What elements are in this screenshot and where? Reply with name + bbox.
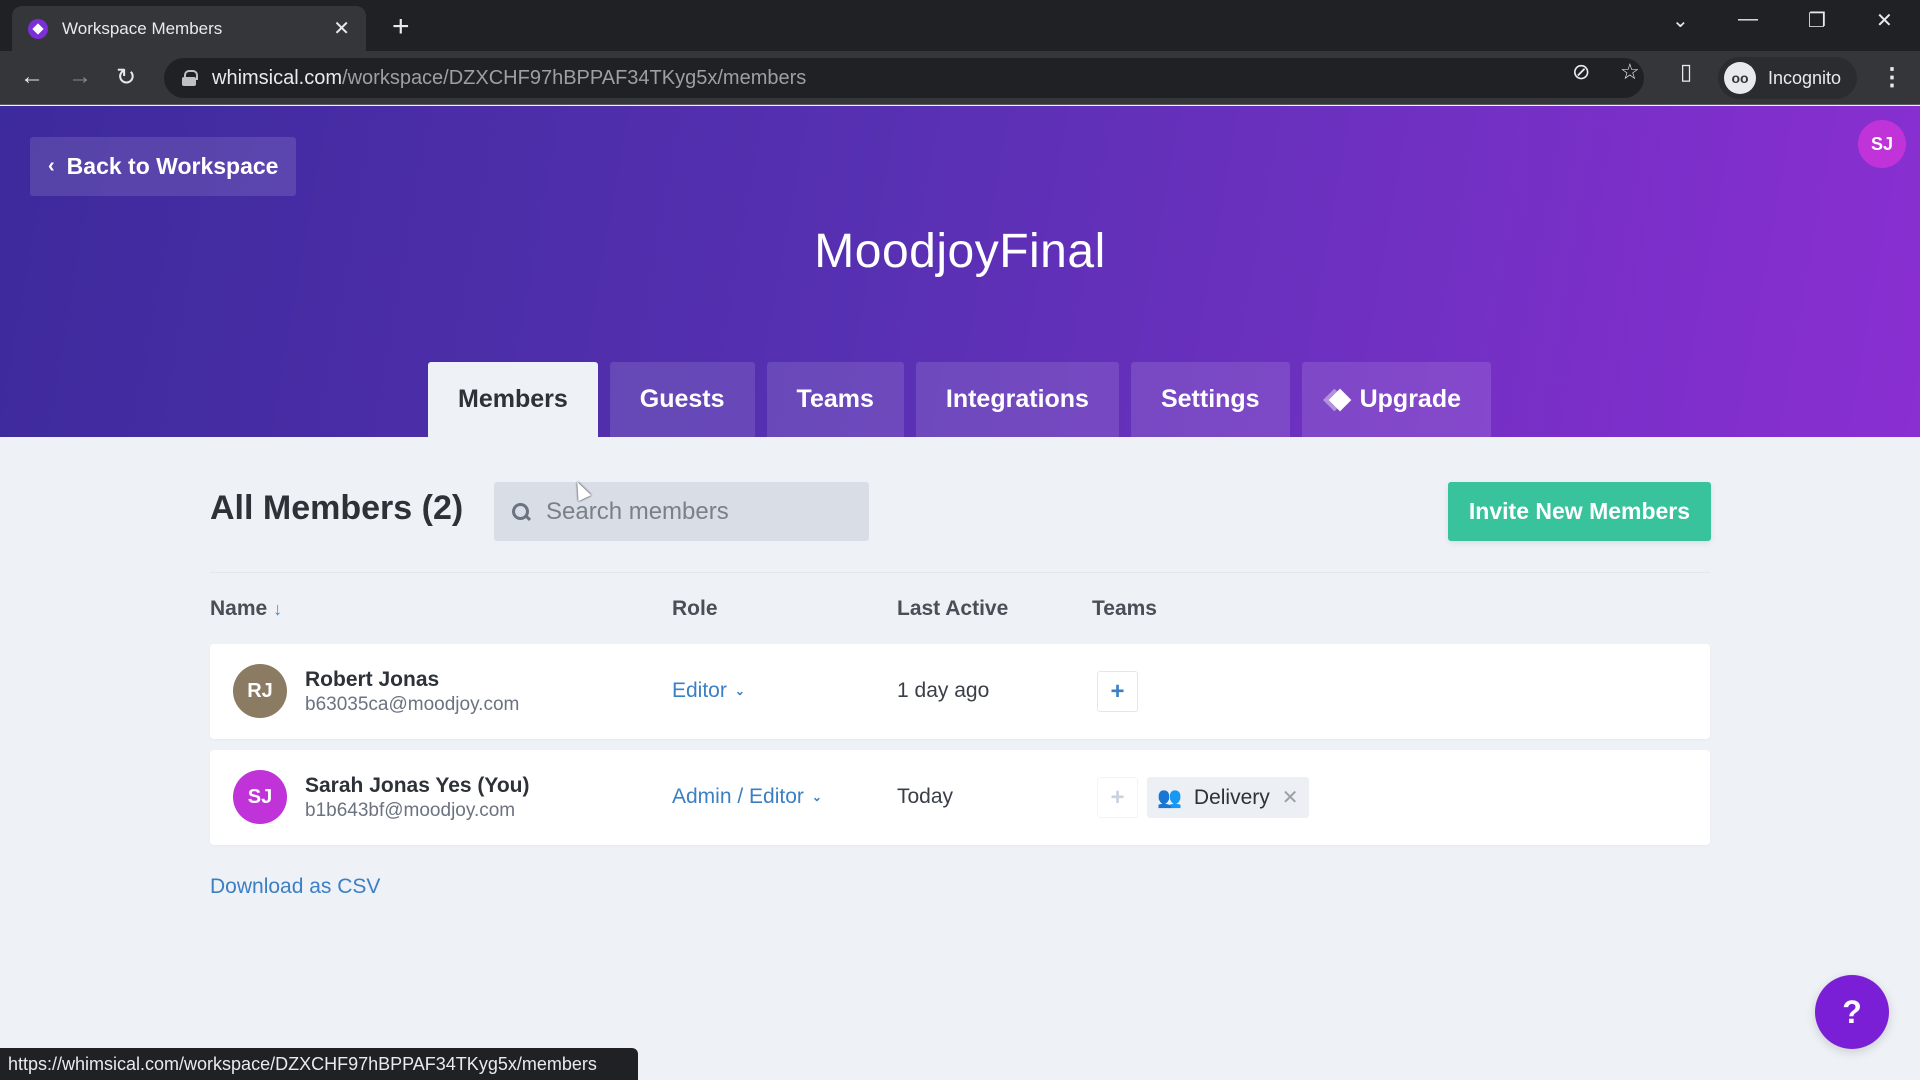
team-group-icon: 👥 bbox=[1157, 787, 1182, 809]
link-status-bar: https://whimsical.com/workspace/DZXCHF97… bbox=[0, 1048, 638, 1080]
tab-search-icon[interactable]: ⌄ bbox=[1672, 8, 1689, 33]
tab-guests[interactable]: Guests bbox=[609, 362, 755, 437]
divider bbox=[210, 572, 1710, 573]
member-avatar: SJ bbox=[233, 770, 287, 824]
add-team-button[interactable]: + bbox=[1097, 671, 1138, 712]
diamond-icon bbox=[1328, 388, 1351, 411]
back-label: Back to Workspace bbox=[66, 153, 279, 179]
browser-tab[interactable]: Workspace Members ✕ bbox=[12, 6, 366, 51]
sort-down-arrow-icon: ↓ bbox=[273, 599, 283, 619]
search-members-field[interactable] bbox=[494, 482, 869, 541]
tab-label: Guests bbox=[639, 385, 725, 413]
url-host: whimsical.com bbox=[212, 66, 343, 89]
team-name: Delivery bbox=[1193, 785, 1270, 809]
member-row: SJ Sarah Jonas Yes (You) b1b643bf@moodjo… bbox=[210, 750, 1710, 845]
user-avatar[interactable]: SJ bbox=[1858, 120, 1906, 168]
question-mark-icon: ? bbox=[1842, 993, 1862, 1030]
members-title: All Members (2) bbox=[210, 489, 464, 527]
invite-new-members-button[interactable]: Invite New Members bbox=[1448, 482, 1711, 541]
member-email: b63035ca@moodjoy.com bbox=[305, 694, 520, 715]
bookmark-star-icon[interactable]: ☆ bbox=[1620, 59, 1640, 85]
chevron-down-icon: ⌄ bbox=[734, 684, 745, 698]
help-button[interactable]: ? bbox=[1815, 975, 1889, 1049]
add-team-button[interactable]: + bbox=[1097, 777, 1138, 818]
search-input[interactable] bbox=[546, 497, 846, 526]
tracking-protection-eye-off-icon[interactable]: ⊘ bbox=[1572, 59, 1590, 85]
close-tab-icon[interactable]: ✕ bbox=[333, 16, 350, 41]
column-header-role: Role bbox=[672, 597, 718, 620]
tab-label: Integrations bbox=[945, 385, 1089, 413]
back-to-workspace-button[interactable]: ‹ Back to Workspace bbox=[30, 137, 297, 196]
incognito-icon: oo bbox=[1724, 62, 1756, 94]
browser-tabstrip: Workspace Members ✕ + ⌄ — ❐ ✕ bbox=[0, 0, 1920, 51]
url-path: /workspace/DZXCHF97hBPPAF34TKyg5x/member… bbox=[342, 66, 807, 89]
workspace-tabs: Members Guests Teams Integrations Settin… bbox=[428, 362, 1491, 437]
incognito-profile-button[interactable]: oo Incognito bbox=[1718, 57, 1858, 99]
member-avatar: RJ bbox=[233, 664, 287, 718]
plus-icon: + bbox=[1110, 677, 1125, 705]
address-bar[interactable]: whimsical.com/workspace/DZXCHF97hBPPAF34… bbox=[164, 58, 1644, 98]
tab-members[interactable]: Members bbox=[428, 362, 598, 437]
browser-menu-icon[interactable]: ⋮ bbox=[1880, 63, 1904, 92]
column-header-name[interactable]: Name ↓ bbox=[210, 597, 282, 621]
close-window-button[interactable]: ✕ bbox=[1876, 8, 1893, 33]
browser-toolbar: ← → ↻ whimsical.com/workspace/DZXCHF97hB… bbox=[0, 51, 1920, 105]
whimsical-favicon-icon bbox=[28, 18, 48, 39]
lock-icon bbox=[182, 70, 198, 86]
chevron-down-icon: ⌄ bbox=[811, 790, 822, 804]
restore-button[interactable]: ❐ bbox=[1808, 8, 1826, 33]
column-label: Name bbox=[210, 597, 268, 620]
member-email: b1b643bf@moodjoy.com bbox=[305, 800, 516, 821]
role-value: Editor bbox=[672, 679, 727, 702]
tab-title: Workspace Members bbox=[62, 18, 223, 38]
role-dropdown[interactable]: Admin / Editor ⌄ bbox=[672, 785, 822, 809]
new-tab-button[interactable]: + bbox=[392, 10, 410, 44]
search-icon bbox=[512, 502, 530, 521]
last-active: Today bbox=[897, 785, 954, 808]
member-row: RJ Robert Jonas b63035ca@moodjoy.com Edi… bbox=[210, 644, 1710, 739]
forward-arrow-icon[interactable]: → bbox=[68, 63, 92, 91]
download-csv-link[interactable]: Download as CSV bbox=[210, 875, 380, 899]
reload-icon[interactable]: ↻ bbox=[116, 63, 136, 92]
plus-icon: + bbox=[1110, 783, 1125, 811]
workspace-title: MoodjoyFinal bbox=[814, 225, 1106, 278]
role-dropdown[interactable]: Editor ⌄ bbox=[672, 679, 745, 703]
tab-integrations[interactable]: Integrations bbox=[915, 362, 1119, 437]
tab-label: Settings bbox=[1160, 385, 1260, 413]
last-active: 1 day ago bbox=[897, 679, 990, 702]
back-arrow-icon[interactable]: ← bbox=[20, 63, 44, 91]
role-value: Admin / Editor bbox=[672, 785, 804, 808]
tab-upgrade[interactable]: Upgrade bbox=[1301, 362, 1491, 437]
tab-label: Members bbox=[458, 385, 568, 413]
chevron-left-icon: ‹ bbox=[48, 155, 55, 177]
profile-label: Incognito bbox=[1768, 67, 1842, 88]
member-name: Robert Jonas bbox=[305, 668, 440, 691]
column-header-last-active: Last Active bbox=[897, 597, 1009, 620]
team-chip: 👥 Delivery ✕ bbox=[1147, 777, 1309, 818]
tab-label: Teams bbox=[796, 385, 874, 413]
tab-teams[interactable]: Teams bbox=[766, 362, 904, 437]
tab-settings[interactable]: Settings bbox=[1130, 362, 1290, 437]
minimize-button[interactable]: — bbox=[1738, 8, 1758, 31]
member-name: Sarah Jonas Yes (You) bbox=[305, 774, 530, 797]
workspace-header: ‹ Back to Workspace SJ MoodjoyFinal Memb… bbox=[0, 106, 1920, 437]
tab-label: Upgrade bbox=[1359, 385, 1461, 413]
side-panel-icon[interactable]: ▯ bbox=[1680, 59, 1692, 85]
remove-team-icon[interactable]: ✕ bbox=[1282, 785, 1299, 810]
column-header-teams: Teams bbox=[1092, 597, 1157, 620]
